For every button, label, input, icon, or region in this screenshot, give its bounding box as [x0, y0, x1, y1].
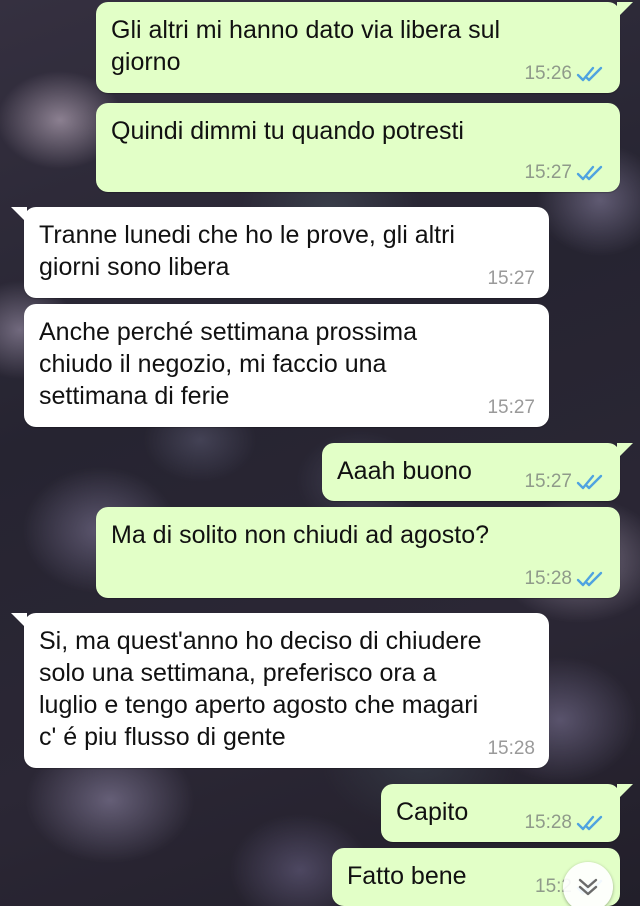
message-text: Fatto bene [347, 862, 467, 890]
message-text: Ma di solito non chiudi ad agosto? [111, 521, 490, 549]
message-text: Tranne lunedi che ho le prove, gli altri… [39, 221, 455, 281]
double-check-icon [576, 165, 603, 181]
double-check-icon [576, 474, 603, 490]
message-meta: 15:28 [487, 738, 535, 760]
message-bubble-outgoing[interactable]: Gli altri mi hanno dato via libera sul g… [96, 2, 633, 93]
message-bubble-incoming[interactable]: Anche perché settimana prossima chiudo i… [24, 304, 549, 427]
double-check-icon [576, 571, 603, 587]
message-meta: 15:27 [524, 162, 606, 184]
double-check-icon [576, 815, 603, 831]
message-meta: 15:28 [524, 812, 606, 834]
message-bubble-incoming[interactable]: Tranne lunedi che ho le prove, gli altri… [11, 207, 549, 298]
message-meta: 15:27 [524, 471, 606, 493]
double-check-icon [576, 66, 603, 82]
message-text: Quindi dimmi tu quando potresti [111, 117, 464, 145]
message-time: 15:27 [524, 471, 572, 492]
message-text: Aaah buono [337, 457, 472, 485]
chevron-down-double-icon [578, 878, 598, 896]
scroll-to-bottom-button[interactable] [563, 862, 613, 906]
message-bubble-outgoing[interactable]: Ma di solito non chiudi ad agosto? 15:28 [96, 507, 620, 598]
message-bubble-outgoing[interactable]: Capito 15:28 [381, 784, 633, 842]
message-meta: 15:27 [487, 268, 535, 290]
message-text: Gli altri mi hanno dato via libera sul g… [111, 16, 501, 76]
message-meta: 15:27 [487, 397, 535, 419]
message-time: 15:27 [487, 397, 535, 418]
message-bubble-outgoing[interactable]: Aaah buono 15:27 [322, 443, 633, 501]
message-text: Si, ma quest'anno ho deciso di chiudere … [39, 627, 482, 751]
message-text: Anche perché settimana prossima chiudo i… [39, 318, 417, 410]
message-meta: 15:28 [524, 568, 606, 590]
message-time: 15:28 [524, 812, 572, 833]
message-time: 15:28 [487, 738, 535, 759]
message-text: Capito [396, 798, 469, 826]
message-time: 15:26 [524, 63, 572, 84]
message-bubble-outgoing[interactable]: Quindi dimmi tu quando potresti 15:27 [96, 103, 620, 192]
message-bubble-incoming[interactable]: Si, ma quest'anno ho deciso di chiudere … [11, 613, 549, 768]
message-time: 15:27 [524, 162, 572, 183]
message-time: 15:28 [524, 568, 572, 589]
message-time: 15:27 [487, 268, 535, 289]
message-meta: 15:26 [524, 63, 606, 85]
